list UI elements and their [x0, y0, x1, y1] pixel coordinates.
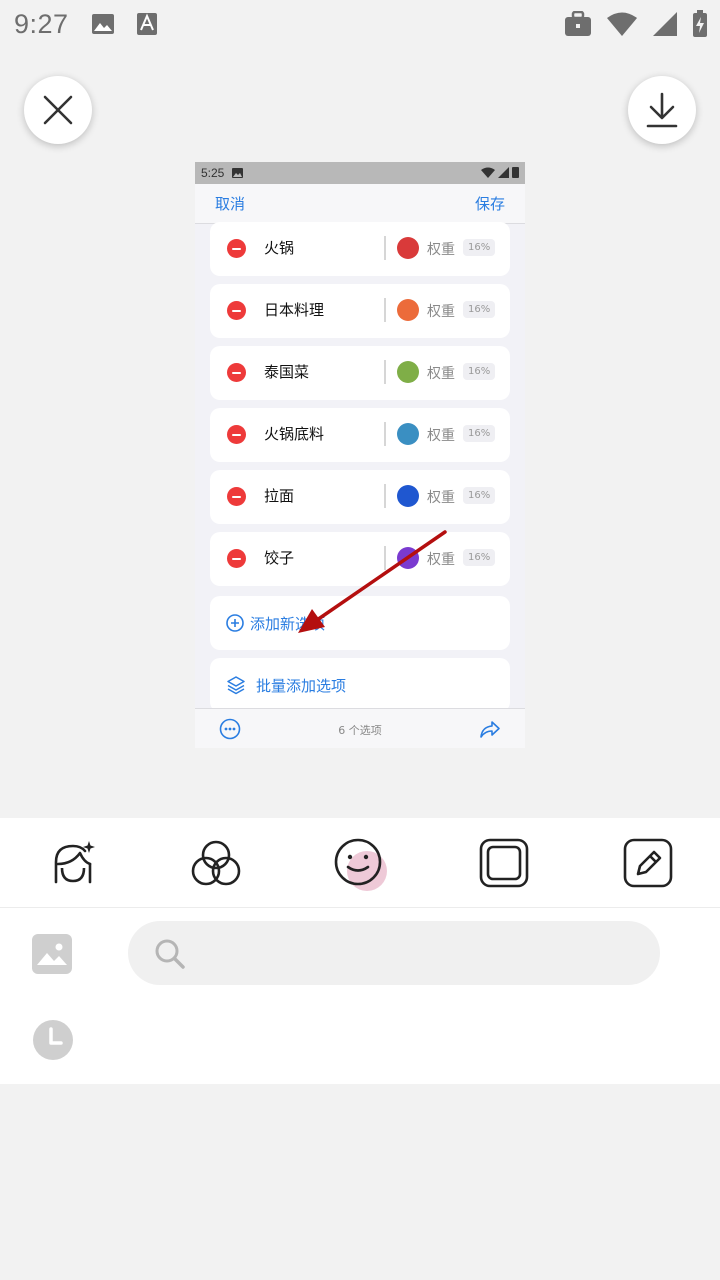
- option-separator: [384, 236, 386, 260]
- download-icon: [646, 92, 678, 128]
- screenshot-status-time: 5:25: [201, 166, 225, 180]
- remove-option-icon: [227, 487, 246, 506]
- option-color-dot: [397, 237, 419, 259]
- signal-icon: [498, 166, 509, 178]
- option-item: 火锅 权重 16%: [210, 222, 510, 276]
- face-sparkle-icon: [54, 841, 95, 884]
- option-name: 火锅: [264, 239, 295, 257]
- option-name: 饺子: [264, 549, 295, 567]
- screenshot-status-icons: [481, 166, 519, 178]
- screenshot-bottom-bar: 6 个选项: [195, 708, 525, 748]
- option-percent-badge: 16%: [463, 549, 496, 566]
- option-count: 6 个选项: [338, 724, 382, 737]
- signal-icon: [652, 11, 678, 41]
- image-icon: [232, 168, 244, 178]
- gallery-icon: [32, 934, 72, 974]
- batch-add-row: 批量添加选项: [210, 658, 510, 712]
- frame-tool[interactable]: [473, 832, 535, 894]
- add-option-row: 添加新选项: [210, 596, 510, 650]
- option-separator: [384, 360, 386, 384]
- status-icons: [564, 10, 708, 42]
- download-button[interactable]: [628, 76, 696, 144]
- share-icon: [480, 721, 500, 738]
- screenshot-nav-bar: 取消 保存: [195, 184, 525, 224]
- add-option-label: 添加新选项: [250, 614, 326, 633]
- image-icon: [91, 12, 115, 36]
- text-edit-tool[interactable]: [617, 832, 679, 894]
- face-beauty-tool[interactable]: [42, 832, 104, 894]
- option-percent-badge: 16%: [463, 301, 496, 318]
- option-separator: [384, 484, 386, 508]
- edited-screenshot: 5:25 取消 保存 火锅 权重 16% 日本料理 权重 16% 泰国菜 权重 16% 火锅底料权…: [195, 162, 525, 748]
- gallery-button[interactable]: [32, 934, 72, 974]
- option-name: 日本料理: [264, 301, 325, 319]
- option-weight-label: 权重: [427, 304, 455, 320]
- option-percent-badge: 16%: [463, 363, 496, 380]
- option-separator: [384, 546, 386, 570]
- option-separator: [384, 298, 386, 322]
- option-item: 火锅底料 权重 16%: [210, 408, 510, 462]
- frame-icon: [479, 838, 529, 888]
- option-name: 火锅底料: [264, 425, 325, 443]
- status-time: 9:27: [14, 8, 69, 39]
- filter-circles-icon: [191, 840, 241, 886]
- batch-add-label: 批量添加选项: [256, 676, 347, 695]
- wifi-icon: [606, 11, 638, 41]
- edit-pen-icon: [623, 838, 673, 888]
- option-weight-label: 权重: [427, 242, 455, 258]
- option-item: 饺子 权重 16%: [210, 532, 510, 586]
- remove-option-icon: [227, 301, 246, 320]
- option-weight-label: 权重: [427, 490, 455, 506]
- sticker-search-bar[interactable]: [128, 921, 660, 985]
- option-percent-badge: 16%: [463, 425, 496, 442]
- remove-option-icon: [227, 239, 246, 258]
- save-link: 保存: [474, 195, 505, 213]
- sticker-panel: [0, 908, 720, 1084]
- option-percent-badge: 16%: [463, 487, 496, 504]
- remove-option-icon: [227, 425, 246, 444]
- option-name: 泰国菜: [264, 363, 310, 381]
- option-item: 拉面 权重 16%: [210, 470, 510, 524]
- recent-button[interactable]: [33, 1020, 73, 1060]
- font-icon: [135, 12, 159, 36]
- wifi-icon: [481, 167, 495, 178]
- option-name: 拉面: [264, 487, 295, 505]
- battery-charging-icon: [692, 10, 708, 42]
- filter-tool[interactable]: [185, 832, 247, 894]
- recent-clock-icon: [33, 1020, 73, 1060]
- close-button[interactable]: [24, 76, 92, 144]
- layers-icon: [227, 676, 245, 695]
- option-weight-label: 权重: [427, 552, 455, 568]
- sticker-search-input[interactable]: [202, 933, 632, 973]
- option-item: 日本料理 权重 16%: [210, 284, 510, 338]
- remove-option-icon: [227, 363, 246, 382]
- option-color-dot: [397, 485, 419, 507]
- option-item: 泰国菜 权重 16%: [210, 346, 510, 400]
- option-color-dot: [397, 547, 419, 569]
- sticker-tool[interactable]: [329, 832, 391, 894]
- search-icon: [155, 939, 185, 969]
- sticker-smile-icon: [334, 838, 387, 891]
- option-weight-label: 权重: [427, 366, 455, 382]
- option-separator: [384, 422, 386, 446]
- screenshot-status-bar: 5:25: [195, 162, 525, 184]
- option-color-dot: [397, 423, 419, 445]
- cancel-link: 取消: [215, 195, 246, 213]
- option-weight-label: 权重: [427, 428, 455, 444]
- status-bar: 9:27: [0, 0, 720, 48]
- briefcase-icon: [564, 10, 592, 41]
- option-percent-badge: 16%: [463, 239, 496, 256]
- option-color-dot: [397, 361, 419, 383]
- close-icon: [43, 95, 73, 125]
- battery-icon: [512, 167, 519, 178]
- remove-option-icon: [227, 549, 246, 568]
- option-color-dot: [397, 299, 419, 321]
- plus-circle-icon: [226, 614, 244, 632]
- editor-tools-bar: [0, 818, 720, 908]
